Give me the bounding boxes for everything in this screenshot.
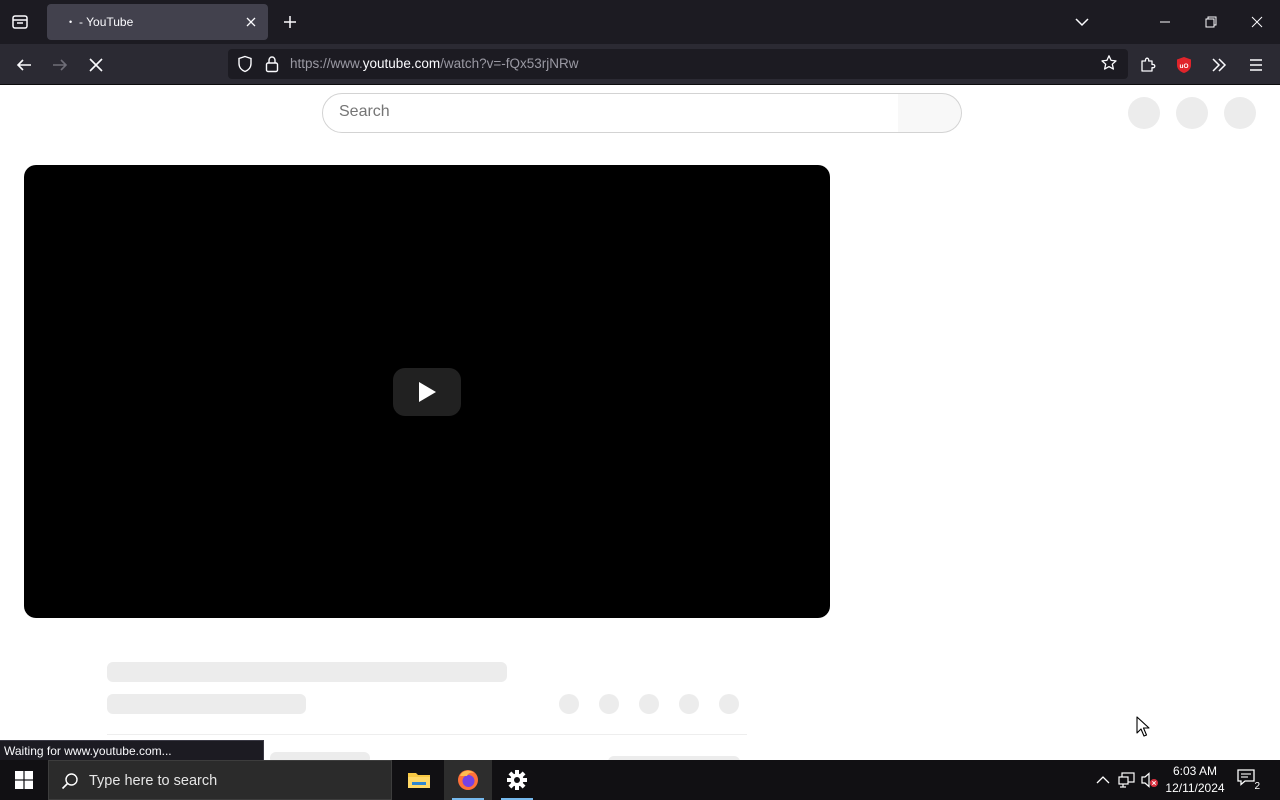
list-all-tabs-icon[interactable] <box>1068 8 1096 36</box>
folder-icon <box>408 773 430 788</box>
windows-taskbar: Type here to search 6:03 AM 12/11/2024 2 <box>0 760 1280 800</box>
windows-logo-icon <box>15 771 33 789</box>
play-icon <box>419 382 436 402</box>
firefox-view-icon[interactable] <box>8 10 32 34</box>
action-skeleton-circle <box>639 694 659 714</box>
action-skeleton-circle <box>559 694 579 714</box>
header-placeholder-circle <box>1176 97 1208 129</box>
taskbar-search-box[interactable]: Type here to search <box>48 760 392 800</box>
action-skeleton-circle <box>679 694 699 714</box>
content-divider <box>107 734 747 735</box>
action-skeleton-circle <box>599 694 619 714</box>
tab-loading-dot: • <box>69 17 73 27</box>
taskbar-clock[interactable]: 6:03 AM 12/11/2024 <box>1162 763 1228 797</box>
title-skeleton <box>107 662 507 682</box>
forward-icon[interactable] <box>46 51 74 79</box>
ublock-badge: uO <box>1179 63 1188 70</box>
url-prefix: https://www. <box>290 56 363 71</box>
new-tab-button[interactable] <box>278 10 302 34</box>
clock-time: 6:03 AM <box>1172 764 1218 778</box>
firefox-taskbar-button[interactable] <box>444 760 492 800</box>
lock-icon[interactable] <box>264 55 280 78</box>
minimize-icon[interactable] <box>1151 8 1179 36</box>
action-skeleton-circle <box>719 694 739 714</box>
volume-muted-icon[interactable] <box>1140 770 1160 790</box>
url-path: /watch?v=-fQx53rjNRw <box>440 56 579 71</box>
start-button[interactable] <box>0 760 48 800</box>
extensions-puzzle-icon[interactable] <box>1134 51 1162 79</box>
description-skeleton <box>270 752 370 760</box>
channel-skeleton <box>107 694 306 714</box>
action-center-button[interactable]: 2 <box>1236 768 1262 792</box>
url-text[interactable]: https://www.youtube.com/watch?v=-fQx53rj… <box>290 56 579 71</box>
back-icon[interactable] <box>10 51 38 79</box>
settings-taskbar-button[interactable] <box>493 760 541 800</box>
firefox-icon <box>458 770 478 790</box>
restore-icon[interactable] <box>1197 8 1225 36</box>
header-placeholder-circle <box>1128 97 1160 129</box>
url-bar[interactable]: https://www.youtube.com/watch?v=-fQx53rj… <box>228 49 1128 79</box>
bookmark-star-icon[interactable] <box>1100 54 1118 77</box>
notification-icon <box>1237 769 1255 786</box>
search-icon <box>61 772 79 795</box>
youtube-search-input[interactable] <box>339 103 879 121</box>
browser-status-panel: Waiting for www.youtube.com... <box>0 740 264 760</box>
stop-loading-icon[interactable] <box>82 51 110 79</box>
network-icon[interactable] <box>1117 770 1137 790</box>
url-host: youtube.com <box>362 56 441 71</box>
play-button[interactable] <box>393 368 461 416</box>
show-hidden-icons-chevron-icon[interactable] <box>1093 770 1113 790</box>
file-explorer-taskbar-button[interactable] <box>395 760 443 800</box>
clock-date: 12/11/2024 <box>1165 781 1225 795</box>
close-tab-icon[interactable] <box>242 13 260 31</box>
gear-icon <box>507 770 527 790</box>
header-placeholder-circle <box>1224 97 1256 129</box>
screen: • - YouTube https://www.youtube.com/watc… <box>0 0 1280 800</box>
close-window-icon[interactable] <box>1243 8 1271 36</box>
youtube-search-box[interactable] <box>322 93 900 133</box>
tab-youtube[interactable]: • - YouTube <box>47 4 268 40</box>
browser-navbar: https://www.youtube.com/watch?v=-fQx53rj… <box>0 44 1280 85</box>
more-tools-chevrons-icon[interactable] <box>1205 51 1233 79</box>
status-text: Waiting for www.youtube.com... <box>4 744 172 758</box>
tab-title: - YouTube <box>79 15 134 29</box>
ublock-origin-icon[interactable]: uO <box>1170 51 1198 79</box>
notification-count-badge: 2 <box>1254 781 1260 792</box>
taskbar-search-placeholder: Type here to search <box>89 773 218 789</box>
tracking-protection-shield-icon[interactable] <box>236 55 254 78</box>
browser-tab-strip: • - YouTube <box>0 0 1280 44</box>
video-player[interactable] <box>24 165 830 618</box>
mouse-cursor-icon <box>1136 716 1150 743</box>
app-menu-hamburger-icon[interactable] <box>1242 51 1270 79</box>
youtube-watch-page <box>0 85 1280 760</box>
youtube-search-button[interactable] <box>898 93 962 133</box>
